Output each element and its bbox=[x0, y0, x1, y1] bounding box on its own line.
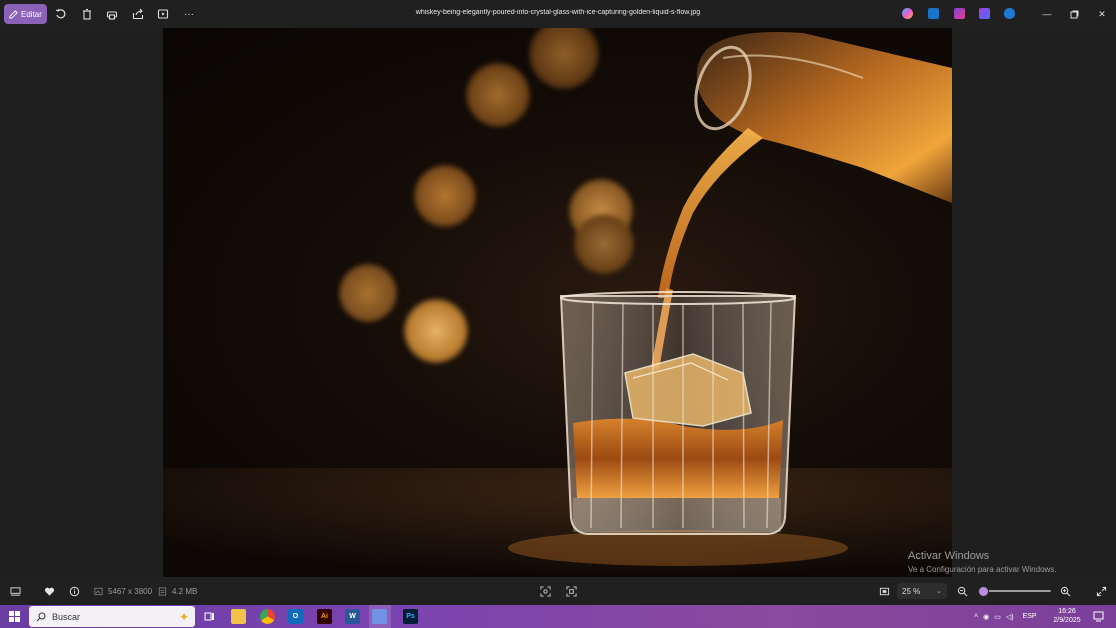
edit-button[interactable]: Editar bbox=[4, 4, 47, 24]
designer-icon[interactable] bbox=[979, 8, 990, 19]
visual-search-icon[interactable] bbox=[565, 585, 577, 597]
zoom-slider[interactable] bbox=[978, 586, 1051, 597]
print-icon[interactable] bbox=[104, 6, 120, 22]
file-size: 4.2 MB bbox=[172, 587, 198, 596]
info-icon[interactable] bbox=[68, 585, 80, 597]
chevron-down-icon: ⌄ bbox=[936, 588, 942, 595]
activation-title: Activar Windows bbox=[908, 550, 990, 562]
activation-subtitle: Ve a Configuración para activar Windows. bbox=[908, 565, 1057, 574]
detect-people-icon[interactable] bbox=[539, 585, 551, 597]
edit-icon bbox=[9, 9, 18, 19]
location-icon[interactable]: ◉ bbox=[983, 613, 989, 621]
taskbar: Buscar ✦ O Ai W Ps ˄ ◉ ▭ ◁) ESP 16:26 2/… bbox=[0, 605, 1116, 628]
file-name: whiskey-being-elegantly-poured-into-crys… bbox=[415, 9, 701, 16]
file-explorer-icon[interactable] bbox=[231, 609, 246, 624]
clipchamp-icon[interactable] bbox=[954, 8, 965, 19]
clock[interactable]: 16:26 2/9/2025 bbox=[1048, 607, 1086, 625]
sparkle-icon: ✦ bbox=[178, 609, 189, 624]
fullscreen-icon[interactable] bbox=[1095, 585, 1107, 597]
copilot-icon[interactable] bbox=[902, 8, 913, 19]
zoom-level: 25 % bbox=[902, 586, 921, 596]
delete-icon[interactable] bbox=[79, 6, 95, 22]
clock-time: 16:26 bbox=[1058, 608, 1076, 615]
system-tray: ˄ ◉ ▭ ◁) ESP bbox=[974, 605, 1037, 628]
image-dimensions: 5467 x 3800 bbox=[108, 587, 153, 596]
photoshop-icon[interactable]: Ps bbox=[403, 609, 418, 624]
slideshow-icon[interactable] bbox=[155, 6, 171, 22]
zoom-in-icon[interactable] bbox=[1059, 585, 1071, 597]
photo-canvas[interactable] bbox=[163, 28, 952, 577]
illustrator-icon[interactable]: Ai bbox=[317, 609, 332, 624]
more-icon[interactable]: ··· bbox=[181, 6, 197, 22]
close-icon[interactable]: ✕ bbox=[1095, 6, 1109, 22]
zoom-out-icon[interactable] bbox=[956, 585, 968, 597]
file-size-icon bbox=[156, 585, 168, 597]
favorite-icon[interactable] bbox=[43, 585, 55, 597]
minimize-icon[interactable]: — bbox=[1040, 6, 1054, 22]
fit-to-window-icon[interactable] bbox=[878, 585, 890, 597]
zoom-dropdown[interactable]: 25 % ⌄ bbox=[897, 583, 947, 599]
clock-date: 2/9/2025 bbox=[1053, 617, 1081, 624]
restore-icon[interactable] bbox=[1067, 6, 1081, 22]
search-placeholder: Buscar bbox=[52, 611, 81, 622]
dimensions-icon bbox=[92, 585, 104, 597]
task-view-icon[interactable] bbox=[202, 609, 217, 624]
edit-app-icon[interactable] bbox=[928, 8, 939, 19]
active-app-highlight bbox=[369, 605, 391, 628]
volume-icon[interactable]: ◁) bbox=[1006, 613, 1014, 621]
outlook-icon[interactable]: O bbox=[288, 609, 303, 624]
word-icon[interactable]: W bbox=[345, 609, 360, 624]
search-icon bbox=[36, 612, 46, 621]
edit-button-label: Editar bbox=[21, 9, 42, 19]
activation-watermark: Activar Windows Ve a Configuración para … bbox=[908, 550, 1057, 574]
rotate-icon[interactable] bbox=[53, 6, 69, 22]
whiskey-pour-illustration bbox=[163, 32, 952, 577]
start-icon[interactable] bbox=[7, 609, 22, 624]
filmstrip-icon[interactable] bbox=[9, 585, 21, 597]
title-bar: Editar ··· whiskey-being-elegantly-poure… bbox=[0, 0, 1116, 28]
onedrive-icon[interactable] bbox=[1004, 8, 1015, 19]
language-indicator[interactable]: ESP bbox=[1023, 613, 1037, 620]
status-bar: 5467 x 3800 4.2 MB 25 % ⌄ bbox=[0, 577, 1116, 605]
chrome-icon[interactable] bbox=[260, 609, 275, 624]
network-icon[interactable]: ▭ bbox=[994, 613, 1001, 621]
zoom-slider-thumb[interactable] bbox=[978, 586, 989, 597]
taskbar-search[interactable]: Buscar ✦ bbox=[29, 606, 195, 627]
share-icon[interactable] bbox=[130, 6, 146, 22]
notifications-icon[interactable] bbox=[1091, 609, 1106, 624]
chevron-up-icon[interactable]: ˄ bbox=[974, 613, 978, 620]
